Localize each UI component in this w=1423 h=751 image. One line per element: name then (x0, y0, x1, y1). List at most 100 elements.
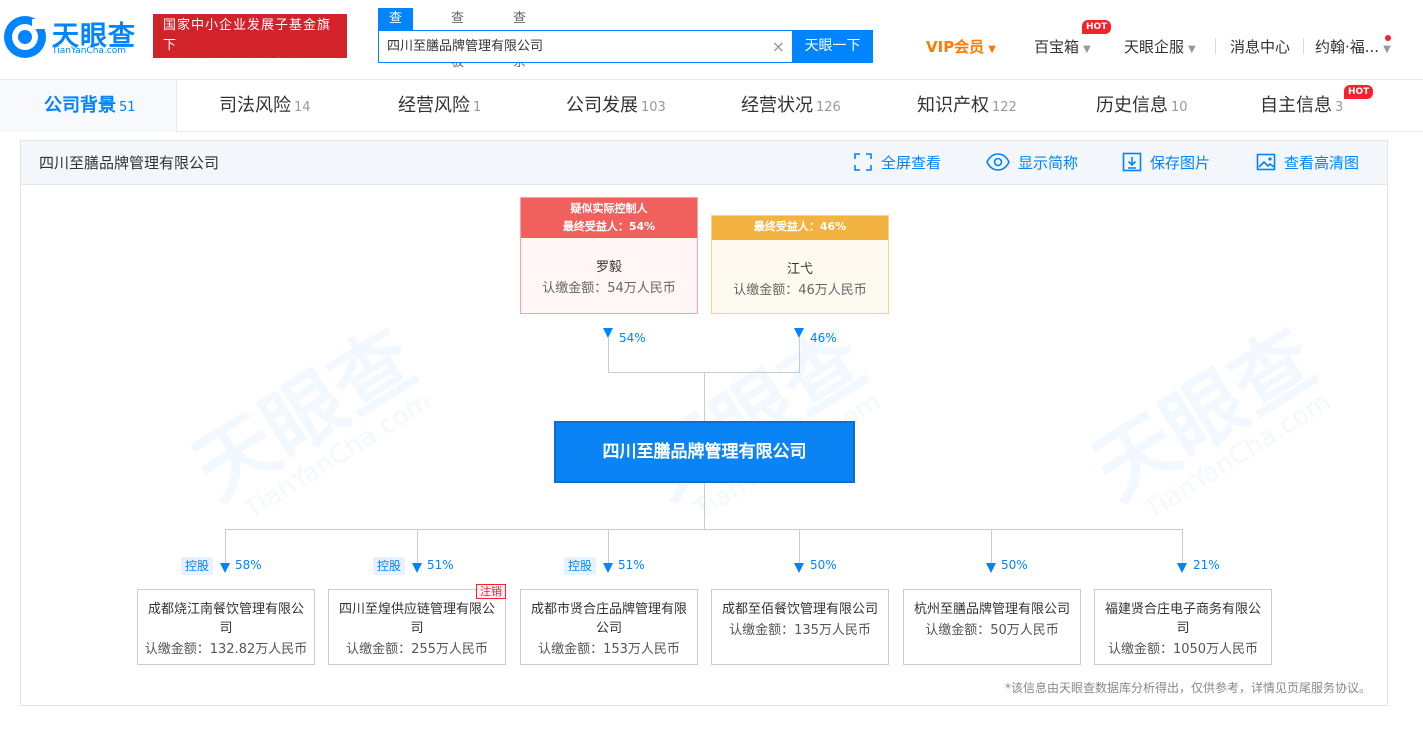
subsidiary-percent: 50% (810, 558, 837, 572)
watermark-subtitle: TianYanCha.com (239, 386, 437, 526)
connector-line (225, 529, 1183, 530)
subsidiary-percent: 58% (235, 558, 262, 572)
tab-company-development[interactable]: 公司发展 103 (566, 80, 666, 131)
nav-baibao[interactable]: 百宝箱 ▼ (1034, 36, 1091, 57)
connector-line (225, 529, 226, 565)
subsidiary-amount: 认缴金额：132.82万人民币 (144, 642, 308, 657)
nav-user[interactable]: 约翰·福... ▼ (1315, 36, 1391, 57)
nav-user-label: 约翰·福... (1315, 38, 1380, 56)
fullscreen-icon (854, 152, 872, 171)
subsidiary-card[interactable]: 成都市贤合庄品牌管理有限公司 认缴金额：153万人民币 (520, 589, 698, 665)
subsidiary-percent: 51% (618, 558, 645, 572)
tab-count: 3 (1335, 100, 1344, 115)
download-icon (1122, 152, 1142, 171)
search-tab-company[interactable]: 查公司 (378, 8, 414, 70)
nav-baibao-label: 百宝箱 (1034, 38, 1080, 56)
view-hd-button[interactable]: 查看高清图 (1256, 141, 1359, 185)
tab-history[interactable]: 历史信息 10 (1096, 80, 1188, 131)
clear-icon[interactable]: × (772, 31, 785, 62)
top-header: 天眼查 TianYanCha.com 国家中小企业发展子基金旗下 官方备案企业征… (0, 0, 1423, 80)
subsidiary-card[interactable]: 福建贤合庄电子商务有限公司 认缴金额：1050万人民币 (1094, 589, 1272, 665)
shareholder-name: 罗毅 (595, 260, 622, 275)
subsidiary-amount: 认缴金额：153万人民币 (538, 642, 680, 657)
panel-title: 四川至膳品牌管理有限公司 (39, 154, 220, 172)
tab-operation-status[interactable]: 经营状况 126 (741, 80, 841, 131)
subsidiary-amount: 认缴金额：1050万人民币 (1107, 642, 1259, 657)
hot-badge: HOT (1082, 20, 1112, 34)
subsidiary-card[interactable]: 杭州至膳品牌管理有限公司 认缴金额：50万人民币 (903, 589, 1081, 665)
watermark: 天眼查 (628, 311, 881, 518)
tab-count: 1 (473, 100, 482, 115)
watermark: 天眼查 (178, 311, 431, 518)
target-company-node[interactable]: 四川至膳品牌管理有限公司 (554, 421, 855, 483)
tab-judicial-risk[interactable]: 司法风险 14 (219, 80, 311, 131)
nav-qifu[interactable]: 天眼企服 ▼ (1124, 36, 1196, 57)
subsidiary-name: 四川至煌供应链管理有限公司 (338, 602, 495, 636)
shareholder-card[interactable]: 最终受益人：46% 江弋 认缴金额：46万人民币 (711, 215, 889, 314)
notification-dot (1385, 35, 1391, 41)
save-image-button[interactable]: 保存图片 (1122, 141, 1210, 185)
search-tab-relation[interactable]: 查关系 (502, 8, 537, 70)
search-tab-boss[interactable]: 查老板 (440, 8, 475, 70)
shareholder-card[interactable]: 疑似实际控制人 最终受益人：54% 罗毅 认缴金额：54万人民币 (520, 197, 698, 314)
holding-tag: 控股 (564, 557, 597, 575)
tab-count: 122 (992, 100, 1017, 115)
shareholder-tag: 疑似实际控制人 最终受益人：54% (521, 198, 697, 238)
tab-count: 126 (816, 100, 841, 115)
arrow-down-icon (794, 563, 804, 573)
show-short-name-button[interactable]: 显示简称 (986, 141, 1078, 185)
subsidiary-card[interactable]: 成都烧江南餐饮管理有限公司 认缴金额：132.82万人民币 (137, 589, 315, 665)
nav-divider (1303, 38, 1304, 54)
beneficiary-label: 最终受益人：54% (562, 220, 656, 233)
logo[interactable]: 天眼查 TianYanCha.com (2, 10, 147, 60)
subsidiary-card[interactable]: 四川至煌供应链管理有限公司 认缴金额：255万人民币 (328, 589, 506, 665)
tab-label: 经营风险 (398, 95, 470, 116)
search-input[interactable] (387, 31, 757, 62)
watermark-subtitle: TianYanCha.com (1139, 386, 1337, 526)
arrow-down-icon (412, 563, 422, 573)
chevron-down-icon: ▼ (1188, 44, 1196, 55)
nav-messages[interactable]: 消息中心 (1230, 36, 1290, 57)
tab-count: 10 (1171, 100, 1188, 115)
connector-line (799, 338, 800, 373)
eye-icon (986, 152, 1010, 171)
tab-operation-risk[interactable]: 经营风险 1 (398, 80, 481, 131)
connector-line (704, 372, 705, 421)
subsidiary-amount: 认缴金额：135万人民币 (729, 623, 871, 638)
subsidiary-name: 福建贤合庄电子商务有限公司 (1104, 602, 1261, 636)
arrow-down-icon (603, 328, 613, 338)
chevron-down-icon: ▼ (1083, 44, 1091, 55)
badge-line-2: 官方备案企业征信机构 (163, 58, 304, 73)
connector-line (1182, 529, 1183, 565)
fullscreen-label: 全屏查看 (881, 154, 942, 172)
nav-qifu-label: 天眼企服 (1124, 38, 1185, 56)
connector-line (417, 529, 418, 565)
shareholder-amount: 认缴金额：46万人民币 (733, 283, 867, 298)
tab-count: 14 (294, 100, 311, 115)
subsidiary-percent: 21% (1193, 558, 1220, 572)
tab-intellectual-property[interactable]: 知识产权 122 (917, 80, 1017, 131)
fullscreen-button[interactable]: 全屏查看 (853, 141, 941, 185)
arrow-down-icon (603, 563, 613, 573)
subsidiary-card[interactable]: 成都至佰餐饮管理有限公司 认缴金额：135万人民币 (711, 589, 889, 665)
logo-eye-icon (4, 16, 46, 58)
chevron-down-icon: ▼ (1383, 44, 1391, 55)
connector-line (608, 529, 609, 565)
tab-self-info[interactable]: 自主信息 3 (1260, 80, 1343, 131)
arrow-down-icon (220, 563, 230, 573)
tab-label: 历史信息 (1096, 95, 1168, 116)
watermark: 天眼查 (1078, 311, 1331, 518)
tab-company-background[interactable]: 公司背景 51 (44, 80, 136, 131)
logo-subtitle: TianYanCha.com (52, 46, 127, 56)
nav-vip[interactable]: VIP会员 ▼ (926, 36, 996, 57)
arrow-down-icon (986, 563, 996, 573)
tab-label: 知识产权 (917, 95, 989, 116)
view-hd-label: 查看高清图 (1284, 154, 1360, 172)
tab-label: 公司背景 (44, 95, 116, 116)
subsidiary-amount: 认缴金额：50万人民币 (925, 623, 1059, 638)
tab-label: 经营状况 (741, 95, 813, 116)
disclaimer-note: *该信息由天眼查数据库分析得出，仅供参考，详情见页尾服务协议。 (1004, 681, 1371, 695)
nav-vip-label: VIP会员 (926, 38, 985, 56)
search-button[interactable]: 天眼一下 (792, 30, 873, 63)
tab-count: 103 (641, 100, 666, 115)
